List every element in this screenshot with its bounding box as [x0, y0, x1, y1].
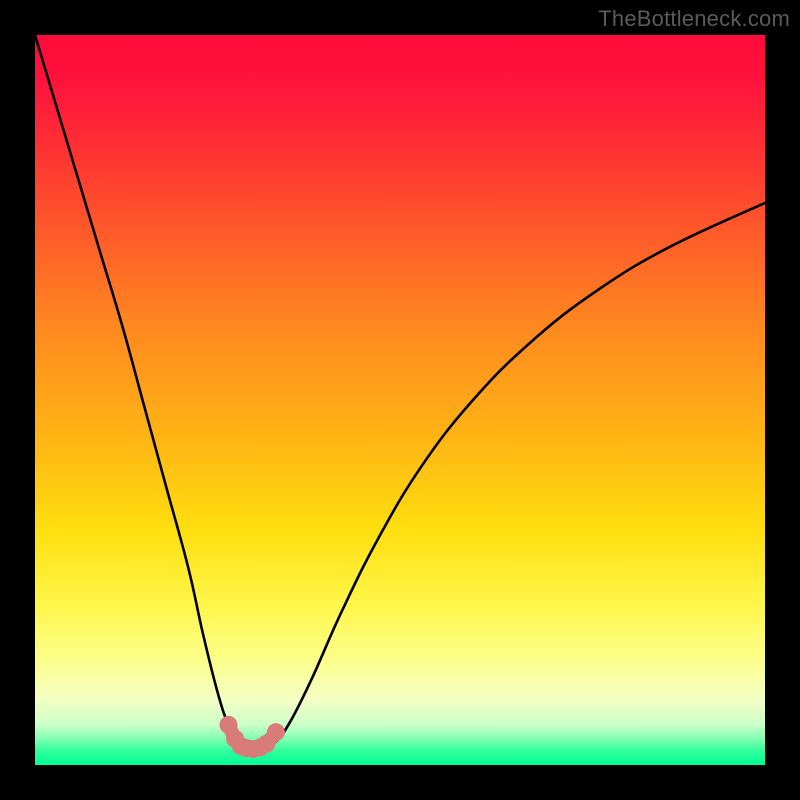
chart-svg	[35, 35, 765, 765]
plot-area	[35, 35, 765, 765]
watermark-text: TheBottleneck.com	[598, 6, 790, 32]
chart-frame: TheBottleneck.com	[0, 0, 800, 800]
marker-layer	[219, 716, 284, 758]
curve-layer	[35, 35, 765, 749]
bottleneck-curve-path	[35, 35, 765, 749]
minimum-marker	[267, 723, 285, 741]
